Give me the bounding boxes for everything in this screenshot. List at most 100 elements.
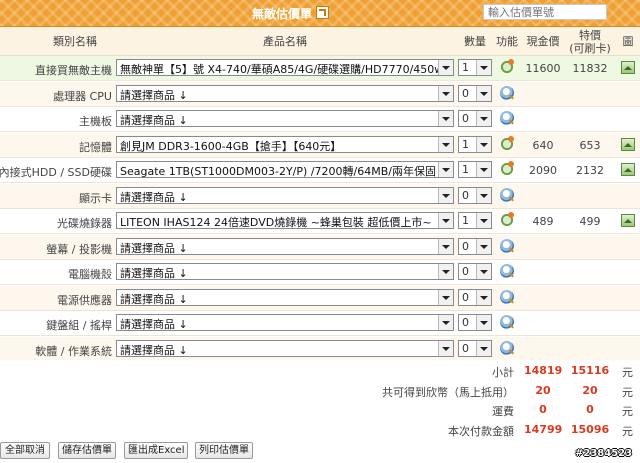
chevron-down-icon[interactable] xyxy=(476,290,491,305)
table-row: 鍵盤組 / 搖桿 請選擇商品 ↓ 0 xyxy=(0,311,640,336)
export-excel-button[interactable]: 匯出成Excel xyxy=(124,442,188,459)
image-icon[interactable] xyxy=(621,214,635,227)
chevron-down-icon[interactable] xyxy=(438,315,453,330)
row-category: 處理器 CPU xyxy=(53,90,112,103)
chevron-down-icon[interactable] xyxy=(476,60,491,75)
quantity-select[interactable]: 0 xyxy=(458,238,492,255)
chevron-down-icon[interactable] xyxy=(476,264,491,279)
product-select[interactable]: 無敵神單【5】號 X4-740/華碩A85/4G/硬碟選購/HD7770/450… xyxy=(116,59,454,76)
magnify-icon[interactable] xyxy=(500,290,514,304)
chevron-down-icon[interactable] xyxy=(438,239,453,254)
chevron-down-icon[interactable] xyxy=(476,162,491,177)
quantity-select[interactable]: 0 xyxy=(458,263,492,280)
product-select-value: 請選擇商品 ↓ xyxy=(120,318,188,331)
magnify-icon[interactable] xyxy=(500,188,514,202)
magnify-icon[interactable] xyxy=(500,111,514,125)
chevron-down-icon[interactable] xyxy=(438,86,453,101)
quantity-select[interactable]: 1 xyxy=(458,212,492,229)
chevron-down-icon[interactable] xyxy=(476,188,491,203)
summary-cash-value: 20 xyxy=(535,384,551,397)
image-icon[interactable] xyxy=(621,163,635,176)
quantity-select[interactable]: 1 xyxy=(458,136,492,153)
cart-icon[interactable] xyxy=(500,161,514,176)
summary-row: 小計 14819 15116 元 xyxy=(0,360,640,381)
chevron-down-icon[interactable] xyxy=(438,60,453,75)
clear-all-button[interactable]: 全部取消 xyxy=(0,442,50,459)
quantity-value: 1 xyxy=(462,61,469,74)
magnify-icon[interactable] xyxy=(500,341,514,355)
quantity-select[interactable]: 0 xyxy=(458,187,492,204)
chevron-down-icon[interactable] xyxy=(476,137,491,152)
quantity-value: 1 xyxy=(462,163,469,176)
image-icon[interactable] xyxy=(621,138,635,151)
chevron-down-icon[interactable] xyxy=(438,162,453,177)
summary-cash-value: 14819 xyxy=(524,364,563,377)
cart-icon[interactable] xyxy=(500,59,514,74)
row-category: 軟體 / 作業系統 xyxy=(35,345,112,358)
quantity-select[interactable]: 0 xyxy=(458,314,492,331)
product-select-value: 創見JM DDR3-1600-4GB【搶手】【640元】 xyxy=(120,140,342,153)
magnify-icon[interactable] xyxy=(500,264,514,278)
table-row: 主機板 請選擇商品 ↓ 0 xyxy=(0,107,640,132)
magnify-icon[interactable] xyxy=(500,315,514,329)
chevron-down-icon[interactable] xyxy=(476,315,491,330)
row-cash-price: 11600 xyxy=(525,62,561,75)
product-select[interactable]: 創見JM DDR3-1600-4GB【搶手】【640元】 xyxy=(116,136,454,153)
product-select[interactable]: 請選擇商品 ↓ xyxy=(116,340,454,357)
product-select[interactable]: Seagate 1TB(ST1000DM003-2Y/P) /7200轉/64M… xyxy=(116,161,454,178)
quantity-select[interactable]: 0 xyxy=(458,110,492,127)
row-special-price: 499 xyxy=(579,215,601,228)
quantity-select[interactable]: 0 xyxy=(458,340,492,357)
product-select[interactable]: 請選擇商品 ↓ xyxy=(116,110,454,127)
summary-special-value: 15116 xyxy=(570,364,610,377)
product-select[interactable]: 請選擇商品 ↓ xyxy=(116,85,454,102)
quantity-value: 0 xyxy=(462,316,469,329)
product-select-value: LITEON IHAS124 24倍速DVD燒錄機 ~蜂巢包裝 超低價上市~【搶… xyxy=(120,216,454,229)
table-row: 記憶體 創見JM DDR3-1600-4GB【搶手】【640元】 1 640 653 xyxy=(0,133,640,158)
watermark-text: #2384523 xyxy=(575,448,633,459)
print-quote-button[interactable]: 列印估價單 xyxy=(195,442,253,459)
product-select[interactable]: 請選擇商品 ↓ xyxy=(116,289,454,306)
quote-number-search-input[interactable] xyxy=(483,4,607,20)
chevron-down-icon[interactable] xyxy=(476,341,491,356)
chevron-down-icon[interactable] xyxy=(438,264,453,279)
row-category: 螢幕 / 投影機 xyxy=(46,243,112,256)
summary-unit: 元 xyxy=(622,386,633,399)
quantity-select[interactable]: 0 xyxy=(458,85,492,102)
product-select[interactable]: LITEON IHAS124 24倍速DVD燒錄機 ~蜂巢包裝 超低價上市~【搶… xyxy=(116,212,454,229)
quantity-value: 1 xyxy=(462,214,469,227)
chevron-down-icon[interactable] xyxy=(476,111,491,126)
product-select[interactable]: 請選擇商品 ↓ xyxy=(116,314,454,331)
product-select[interactable]: 請選擇商品 ↓ xyxy=(116,263,454,280)
chevron-down-icon[interactable] xyxy=(476,239,491,254)
chevron-down-icon[interactable] xyxy=(476,213,491,228)
chevron-down-icon[interactable] xyxy=(438,137,453,152)
product-select-value: 請選擇商品 ↓ xyxy=(120,267,188,280)
quantity-value: 0 xyxy=(462,87,469,100)
product-select-value: 請選擇商品 ↓ xyxy=(120,344,188,357)
cart-icon[interactable] xyxy=(500,212,514,227)
summary-cash-value: 14799 xyxy=(524,423,563,436)
save-quote-button[interactable]: 儲存估價單 xyxy=(58,442,116,459)
image-icon[interactable] xyxy=(621,61,635,74)
quantity-select[interactable]: 1 xyxy=(458,161,492,178)
chevron-down-icon[interactable] xyxy=(438,290,453,305)
product-select[interactable]: 請選擇商品 ↓ xyxy=(116,187,454,204)
summary-cash-value: 0 xyxy=(539,403,547,416)
external-link-icon[interactable] xyxy=(316,6,330,19)
chevron-down-icon[interactable] xyxy=(438,341,453,356)
quantity-select[interactable]: 1 xyxy=(458,59,492,76)
chevron-down-icon[interactable] xyxy=(476,86,491,101)
summary-label: 小計 xyxy=(492,366,514,379)
chevron-down-icon[interactable] xyxy=(438,213,453,228)
cart-icon[interactable] xyxy=(500,136,514,151)
magnify-icon[interactable] xyxy=(500,86,514,100)
product-select[interactable]: 請選擇商品 ↓ xyxy=(116,238,454,255)
table-header: 類別名稱 產品名稱 數量 功能 現金價 特價 (可刷卡) 圖 xyxy=(0,27,640,56)
chevron-down-icon[interactable] xyxy=(438,111,453,126)
row-cash-price: 2090 xyxy=(529,164,557,177)
title-bar: 無敵估價單 xyxy=(0,0,640,27)
chevron-down-icon[interactable] xyxy=(438,188,453,203)
quantity-select[interactable]: 0 xyxy=(458,289,492,306)
magnify-icon[interactable] xyxy=(500,239,514,253)
